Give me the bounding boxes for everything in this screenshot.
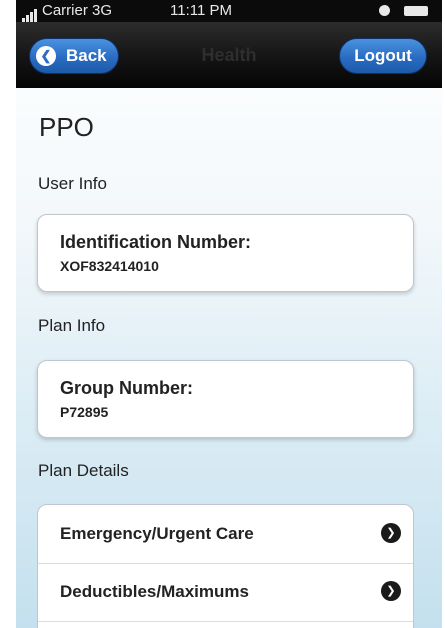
chevron-left-icon: ❮: [36, 46, 56, 66]
user-info-card: Identification Number: XOF832414010: [37, 214, 414, 292]
plan-info-card: Group Number: P72895: [37, 360, 414, 438]
navigation-bar: Health ❮ Back Logout: [16, 22, 442, 88]
identification-number-label: Identification Number:: [60, 232, 252, 252]
logout-button[interactable]: Logout: [339, 38, 427, 74]
chevron-right-circle-icon: ❯: [381, 523, 401, 543]
section-label-plan-details: Plan Details: [38, 461, 129, 480]
back-button[interactable]: ❮ Back: [29, 38, 119, 74]
clock: 11:11 PM: [170, 2, 232, 19]
list-item-deductibles-maximums[interactable]: Deductibles/Maximums ❯: [38, 563, 413, 622]
list-item-emergency-urgent-care[interactable]: Emergency/Urgent Care ❯: [38, 505, 413, 564]
group-number-label: Group Number:: [60, 378, 193, 398]
chevron-right-circle-icon: ❯: [381, 581, 401, 601]
carrier-label: Carrier 3G: [42, 2, 113, 19]
status-bar: Carrier 3G 11:11 PM: [16, 0, 442, 22]
section-label-plan-info: Plan Info: [38, 316, 106, 335]
plan-details-list: Emergency/Urgent Care ❯ Deductibles/Maxi…: [37, 504, 414, 628]
list-item-label: Emergency/Urgent Care: [60, 524, 254, 543]
alarm-icon: [379, 5, 390, 16]
identification-number-value: XOF832414010: [60, 258, 159, 274]
section-label-user-info: User Info: [38, 174, 107, 193]
app-screen: Carrier 3G 11:11 PM Health ❮ Back Logout…: [16, 0, 442, 628]
list-item-label: Deductibles/Maximums: [60, 582, 249, 601]
back-button-label: Back: [66, 46, 107, 65]
battery-icon: [404, 6, 428, 16]
page-title: PPO: [39, 112, 94, 142]
group-number-value: P72895: [60, 404, 109, 420]
signal-icon: [22, 5, 38, 22]
